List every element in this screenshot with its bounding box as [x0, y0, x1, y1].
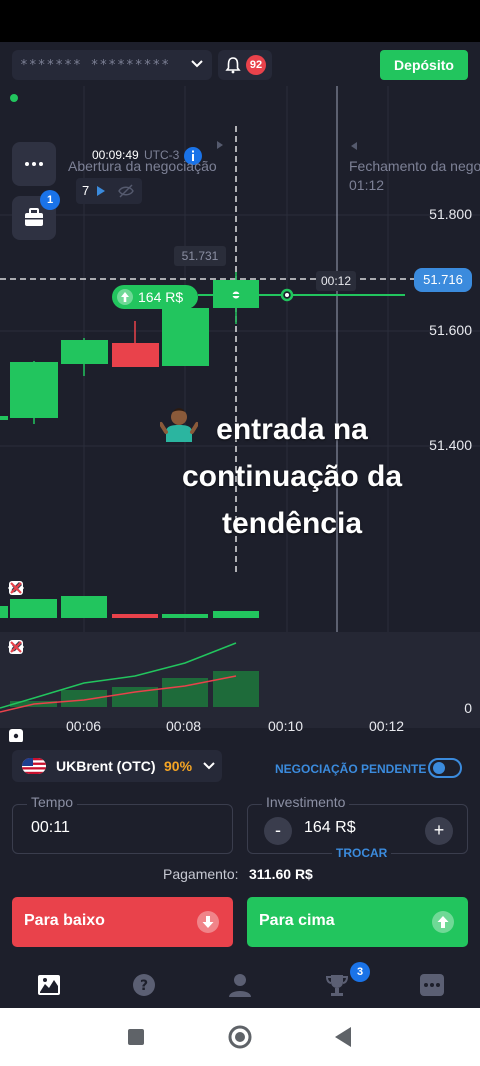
trade-amount: 164 R$: [138, 289, 184, 305]
payout-label: Pagamento:: [163, 866, 239, 882]
chevron-down-icon: [191, 60, 203, 68]
back-icon[interactable]: [333, 1026, 353, 1048]
close-label: Fechamento da nego: [349, 158, 480, 174]
chart-icon[interactable]: [36, 972, 62, 998]
play-icon: [217, 141, 223, 149]
time-label: Tempo: [27, 794, 78, 810]
bell-icon: [225, 57, 241, 74]
notifications-badge: 92: [246, 55, 266, 75]
chevron-down-icon: [203, 762, 215, 770]
down-label: Para baixo: [24, 912, 105, 929]
swap-button[interactable]: TROCAR: [332, 846, 392, 860]
price-label: 51.800: [429, 206, 472, 222]
time-value: 00:11: [31, 819, 70, 836]
pending-trade-label: NEGOCIAÇÃO PENDENTE: [275, 762, 427, 776]
decrease-button[interactable]: -: [264, 817, 292, 845]
trophy-badge: 3: [350, 962, 370, 982]
volume-bar: [112, 614, 158, 618]
caption-line: continuação da: [181, 460, 403, 493]
trade-count-chip[interactable]: 7: [76, 178, 142, 204]
close-icon[interactable]: [8, 639, 24, 655]
live-dot-icon: [10, 94, 18, 102]
shrug-emoji-icon: [160, 408, 198, 442]
bottom-nav: ? 3: [0, 962, 480, 1008]
candle-up: [162, 308, 209, 366]
dot: [39, 162, 43, 166]
home-icon[interactable]: [227, 1024, 253, 1050]
candle-up: [0, 416, 8, 420]
svg-text:?: ?: [140, 978, 148, 994]
candle-down: [112, 343, 159, 367]
dot: [25, 162, 29, 166]
toggle-knob: [433, 762, 445, 774]
profile-icon[interactable]: [227, 972, 253, 998]
account-mask: ******* *********: [20, 57, 171, 73]
asset-payout: 90%: [164, 758, 193, 774]
price-chart[interactable]: 1 00:09:49 UTC-3 Abertura da negociação …: [0, 86, 480, 742]
volume-bar: [162, 614, 208, 618]
candle-up: [10, 362, 58, 418]
close-icon[interactable]: [8, 580, 24, 596]
asset-name: UKBrent (OTC): [56, 758, 156, 774]
caption-line: entrada na: [216, 413, 368, 446]
phone-screen: ******* ********* 92 Depósito 1 00:09:49…: [0, 0, 480, 1066]
caption-overlay: entrada na continuação da tendência: [160, 406, 424, 547]
close-time: 01:12: [349, 177, 385, 193]
system-nav-bar: [0, 1008, 480, 1066]
arrow-up-icon: [432, 911, 454, 933]
pending-trade-toggle[interactable]: [428, 758, 462, 778]
deposit-button[interactable]: Depósito: [380, 50, 468, 80]
volume-bar: [213, 611, 259, 618]
time-field[interactable]: Tempo 00:11: [12, 794, 233, 854]
portfolio-badge: 1: [40, 190, 60, 210]
recents-icon[interactable]: [127, 1028, 145, 1046]
investment-label: Investimento: [262, 794, 350, 810]
candle-up: [61, 340, 108, 364]
down-button[interactable]: Para baixo: [12, 897, 233, 947]
top-bar: ******* ********* 92 Depósito: [0, 42, 480, 86]
caption-line-3: tendência: [160, 408, 424, 547]
trophy-icon[interactable]: [324, 972, 350, 998]
hover-price-tag: 51.731: [174, 246, 226, 266]
caption-line: tendência: [221, 507, 363, 540]
payout-value: 311.60 R$: [249, 866, 313, 882]
up-label: Para cima: [259, 912, 335, 929]
indicator-zero-label: 0: [464, 700, 472, 716]
arrow-down-icon: [197, 911, 219, 933]
volume-bar: [61, 596, 107, 618]
menu-button[interactable]: [12, 142, 56, 186]
investment-value: 164 R$: [304, 819, 356, 836]
portfolio-button[interactable]: 1: [12, 190, 60, 240]
more-icon[interactable]: [419, 972, 445, 998]
time-axis-label: 00:06: [66, 718, 102, 734]
play-icon: [97, 186, 105, 196]
help-icon[interactable]: ?: [131, 972, 157, 998]
indicator-bar: [61, 690, 107, 707]
arrow-up-icon: [117, 289, 133, 305]
price-label: 51.600: [429, 322, 472, 338]
notifications-button[interactable]: 92: [218, 50, 272, 80]
account-selector[interactable]: ******* *********: [12, 50, 212, 80]
time-axis-label: 00:12: [369, 718, 405, 734]
us-flag-icon: [22, 758, 46, 774]
up-button[interactable]: Para cima: [247, 897, 468, 947]
back-arrow-icon: [351, 142, 357, 150]
dot: [32, 162, 36, 166]
trading-app: ******* ********* 92 Depósito 1 00:09:49…: [0, 42, 480, 1008]
time-axis-label: 00:08: [166, 718, 202, 734]
price-label: 51.400: [429, 437, 472, 453]
open-trade-chip[interactable]: 164 R$: [112, 285, 198, 309]
eye-off-icon: [118, 184, 134, 198]
volume-bar: [10, 599, 57, 618]
current-price-tag: 51.716: [414, 268, 472, 292]
eye-icon[interactable]: [8, 728, 24, 742]
volume-bar: [0, 606, 8, 618]
asset-selector[interactable]: UKBrent (OTC) 90%: [12, 750, 222, 782]
trade-count: 7: [82, 183, 90, 198]
time-axis-label: 00:10: [268, 718, 304, 734]
cursor-time-tag: 00:12: [316, 271, 356, 291]
open-label: Abertura da negociação: [68, 158, 217, 174]
increase-button[interactable]: +: [425, 817, 453, 845]
